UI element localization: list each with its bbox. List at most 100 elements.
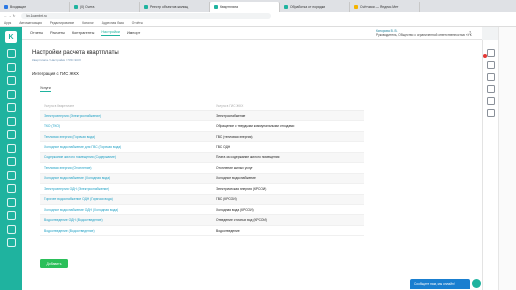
left-sidebar: K: [0, 27, 22, 290]
tab-favicon-icon: [214, 5, 218, 9]
nav-item[interactable]: Отчеты: [30, 31, 43, 35]
add-button[interactable]: Добавить: [40, 259, 68, 268]
service-link[interactable]: Горячее водоснабжение ОДН (Горячая вода): [40, 197, 212, 201]
settings-icon[interactable]: [486, 109, 495, 117]
bookmark-item[interactable]: Редактирование: [50, 21, 74, 25]
help-icon[interactable]: [486, 97, 495, 105]
table-row: Тепловая энергия (Отопление) Отопление жи…: [40, 163, 364, 174]
service-link[interactable]: Водоотведение (Водоотведение): [40, 229, 212, 233]
tab-favicon-icon: [4, 5, 8, 9]
sidebar-documents-icon[interactable]: [6, 116, 16, 126]
nav-item[interactable]: Расчеты: [50, 31, 65, 35]
table-row: Водоотведение ОДН (Водоотведение) Отведен…: [40, 215, 364, 226]
sidebar-chat-icon[interactable]: [6, 157, 16, 166]
tab-label: (0) Счета: [80, 5, 95, 9]
nav-item[interactable]: Импорт: [127, 31, 140, 35]
search-icon[interactable]: [486, 85, 495, 93]
table-header: Услуга в Квартплате Услуга в ГИС ЖКХ: [40, 102, 364, 111]
gis-service-cell: Обращение с твердыми коммунальными отход…: [216, 124, 295, 129]
notifications-icon[interactable]: [486, 49, 495, 57]
sidebar-analytics-icon[interactable]: [6, 197, 16, 207]
tab-favicon-icon: [74, 5, 78, 9]
calendar-icon[interactable]: [486, 73, 495, 81]
gis-service-cell: ГВС ОДН: [216, 145, 231, 150]
breadcrumb[interactable]: Квартплата / Настройки / ГИС ЖКХ: [32, 58, 81, 62]
service-link[interactable]: Холодное водоснабжение (Холодная вода): [40, 176, 212, 180]
app-logo-icon[interactable]: K: [5, 31, 17, 43]
sidebar-meters-icon[interactable]: [6, 89, 16, 99]
browser-tab[interactable]: Счётчики — Яндекс.Мет: [350, 2, 420, 12]
browser-tab[interactable]: Квартплата: [210, 2, 280, 12]
browser-tab[interactable]: Обработка от порядки: [280, 2, 350, 12]
bookmark-item[interactable]: Каталог: [82, 21, 94, 25]
browser-tab[interactable]: (0) Счета: [70, 2, 140, 12]
sidebar-accounts-icon[interactable]: [6, 76, 16, 85]
messages-icon[interactable]: [486, 61, 495, 69]
tab-label: Реестр объектов жилищ: [150, 5, 189, 9]
sidebar-users-icon[interactable]: [6, 170, 16, 180]
bookmark-item[interactable]: Apps: [4, 21, 11, 25]
window-scrollbar[interactable]: [498, 27, 516, 290]
sidebar-link-icon[interactable]: [6, 238, 16, 247]
sidebar-reports-icon[interactable]: [6, 130, 16, 139]
tab-label: Входящие: [10, 5, 27, 9]
table-row: Содержание жилого помещения (Содержание)…: [40, 152, 364, 164]
tab-favicon-icon: [354, 5, 358, 9]
url-input[interactable]: kv.1cambrt.ru: [20, 13, 271, 19]
bookmark-item[interactable]: Автоматизация: [19, 21, 42, 25]
service-link[interactable]: Холодное водоснабжение ОДН (Холодная вод…: [40, 208, 212, 212]
tab-label: Счётчики — Яндекс.Мет: [360, 5, 399, 9]
gis-service-cell: Плата за содержание жилого помещения: [216, 155, 280, 160]
tab-favicon-icon: [144, 5, 148, 9]
table-row: ТКО (ТКО) Обращение с твердыми коммунальн…: [40, 121, 364, 132]
column-header-kvartplata: Услуга в Квартплате: [44, 104, 75, 108]
table-row: Холодное водоснабжение (Холодная вода) Хо…: [40, 173, 364, 185]
service-link[interactable]: ТКО (ТКО): [40, 124, 212, 128]
table-row: Холодное водоснабжение для ГВС (Горячая …: [40, 142, 364, 153]
sidebar-settings-icon[interactable]: [6, 211, 16, 220]
browser-tab[interactable]: Входящие: [0, 2, 70, 12]
service-link[interactable]: Водоотведение ОДН (Водоотведение): [40, 218, 212, 222]
service-link[interactable]: Тепловая энергия (Горячая вода): [40, 135, 212, 139]
gis-service-cell: Электрическая энергия (КРСОИ): [216, 186, 267, 191]
browser-tab[interactable]: Реестр объектов жилищ: [140, 2, 210, 12]
service-link[interactable]: Электроэнергия (Электроснабжение): [40, 114, 212, 118]
sidebar-payments-icon[interactable]: [6, 103, 16, 112]
gis-service-cell: Электроснабжение: [216, 113, 246, 118]
table-row: Водоотведение (Водоотведение) Водоотведен…: [40, 226, 364, 237]
service-link[interactable]: Холодное водоснабжение для ГВС (Горячая …: [40, 145, 212, 149]
tab-label: Квартплата: [220, 5, 239, 9]
service-link[interactable]: Электроэнергия ОДН (Электроснабжение): [40, 187, 212, 191]
tab-label: Обработка от порядки: [290, 5, 326, 9]
online-chat-widget[interactable]: Сообщите нам, мы онлайн!: [410, 279, 470, 289]
right-toolbar: [482, 40, 498, 290]
back-forward-icon[interactable]: ← → ↻: [4, 14, 16, 18]
sidebar-help-icon[interactable]: [6, 224, 16, 234]
gis-service-cell: ГВС (КРСОИ): [216, 197, 237, 202]
nav-item[interactable]: Контрагенты: [72, 31, 94, 35]
sidebar-buildings-icon[interactable]: [6, 62, 16, 72]
tab-services[interactable]: Услуги: [40, 86, 51, 92]
chat-icon[interactable]: [472, 279, 481, 288]
gis-service-cell: Холодная вода (КРСОИ): [216, 207, 254, 212]
bookmark-item[interactable]: Адресная база: [102, 21, 124, 25]
sidebar-home-icon[interactable]: [6, 49, 16, 58]
gis-service-cell: Водоотведение: [216, 228, 240, 233]
section-title: Интеграция с ГИС ЖКХ: [32, 71, 79, 76]
browser-tab-bar: Входящие (0) Счета Реестр объектов жилищ Кв…: [0, 0, 516, 12]
sidebar-tasks-icon[interactable]: [6, 184, 16, 193]
bookmark-item[interactable]: Отчёты: [132, 21, 143, 25]
user-menu[interactable]: Каторова В. В. Руководитель, Общество с …: [372, 27, 482, 40]
tab-favicon-icon: [284, 5, 288, 9]
services-table: Услуга в Квартплате Услуга в ГИС ЖКХ Эле…: [40, 102, 364, 237]
table-row: Электроэнергия ОДН (Электроснабжение) Эле…: [40, 184, 364, 195]
table-row: Тепловая энергия (Горячая вода) ГВС (тепл…: [40, 131, 364, 143]
chevron-down-icon[interactable]: ▾: [469, 30, 471, 34]
user-org: Руководитель, Общество с ограниченной от…: [376, 33, 472, 38]
nav-item[interactable]: Настройки: [101, 30, 120, 36]
service-link[interactable]: Тепловая энергия (Отопление): [40, 166, 212, 170]
gis-service-cell: ГВС (тепловая энергия): [216, 134, 253, 139]
sidebar-calendar-icon[interactable]: [6, 143, 16, 153]
service-link[interactable]: Содержание жилого помещения (Содержание): [40, 155, 212, 159]
gis-service-cell: Холодное водоснабжение: [216, 176, 256, 181]
